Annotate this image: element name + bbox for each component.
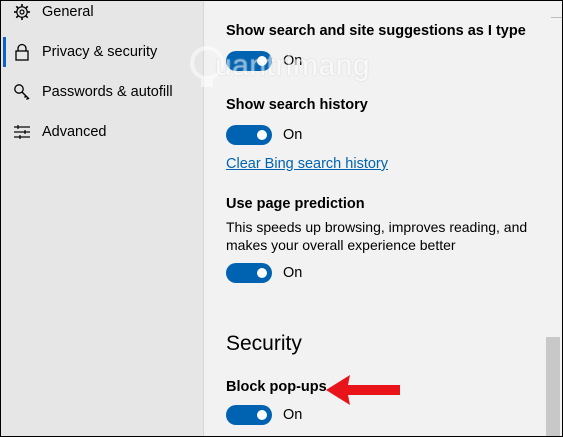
search-history-toggle[interactable] (226, 125, 272, 145)
page-prediction-heading: Use page prediction (226, 196, 365, 212)
scrollbar-thumb[interactable] (546, 337, 560, 436)
gear-icon (14, 4, 30, 20)
settings-content: Show search and site suggestions as I ty… (204, 1, 544, 436)
scrollbar[interactable] (544, 1, 562, 436)
settings-window: General Privacy & security Passwords & a… (0, 0, 563, 437)
sidebar: General Privacy & security Passwords & a… (1, 1, 204, 436)
key-icon (14, 84, 30, 100)
suggestions-toggle-state: On (283, 53, 303, 69)
toggle-knob (257, 56, 267, 66)
block-popups-toggle[interactable] (226, 405, 272, 425)
sliders-icon (14, 125, 30, 139)
sidebar-item-label: Advanced (42, 124, 107, 140)
red-arrow-icon (326, 375, 400, 405)
security-section-title: Security (226, 332, 302, 355)
sidebar-item-label: General (42, 4, 94, 20)
page-prediction-description: This speeds up browsing, improves readin… (226, 219, 528, 253)
sidebar-item-passwords-autofill[interactable]: Passwords & autofill (1, 74, 203, 110)
search-history-heading: Show search history (226, 97, 368, 113)
block-popups-heading: Block pop-ups (226, 379, 327, 395)
clear-bing-history-link[interactable]: Clear Bing search history (226, 156, 388, 172)
page-prediction-toggle-state: On (283, 265, 303, 281)
toggle-knob (257, 268, 267, 278)
lock-icon (15, 43, 29, 61)
sidebar-item-advanced[interactable]: Advanced (1, 114, 203, 150)
sidebar-item-general[interactable]: General (1, 1, 203, 30)
sidebar-item-label: Passwords & autofill (42, 84, 173, 100)
toggle-knob (257, 130, 267, 140)
scrollbar-top-line (551, 17, 562, 18)
suggestions-toggle[interactable] (226, 51, 272, 71)
suggestions-heading: Show search and site suggestions as I ty… (226, 23, 526, 39)
search-history-toggle-state: On (283, 127, 303, 143)
sidebar-item-label: Privacy & security (42, 44, 158, 60)
page-prediction-toggle[interactable] (226, 263, 272, 283)
toggle-knob (257, 410, 267, 420)
sidebar-item-privacy-security[interactable]: Privacy & security (1, 34, 203, 70)
block-popups-toggle-state: On (283, 407, 303, 423)
